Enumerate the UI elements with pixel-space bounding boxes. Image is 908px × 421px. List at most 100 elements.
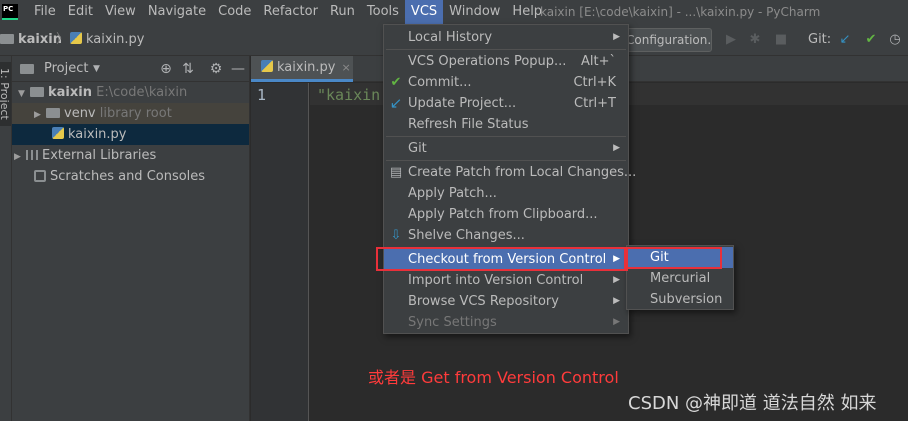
hide-icon[interactable]: — xyxy=(227,61,249,77)
shelve-icon: ⇩ xyxy=(390,228,402,243)
shortcut-label: Ctrl+T xyxy=(574,96,616,111)
menu-tools[interactable]: Tools xyxy=(361,0,405,24)
menu-item-apply-patch[interactable]: Apply Patch... xyxy=(384,183,628,204)
menu-separator xyxy=(386,49,626,50)
submenu-arrow-icon: ▶ xyxy=(613,317,620,327)
locate-icon[interactable]: ⊕ xyxy=(155,61,177,77)
project-panel-title[interactable]: Project xyxy=(44,61,88,76)
menu-refactor[interactable]: Refactor xyxy=(257,0,324,24)
python-file-icon xyxy=(70,32,82,44)
tree-item-root[interactable]: ▼ kaixin E:\code\kaixin xyxy=(12,82,249,103)
collapsed-arrow-icon: ▶ xyxy=(14,152,21,162)
menu-item-label: Browse VCS Repository xyxy=(408,294,559,309)
git-update-icon[interactable]: ↙ xyxy=(836,30,854,50)
editor-tab-kaixin[interactable]: kaixin.py × xyxy=(251,56,353,82)
shortcut-label: Ctrl+K xyxy=(573,75,616,90)
project-panel-header: Project ▼ ⊕ ⇅ ⚙ — xyxy=(12,56,249,82)
python-file-icon xyxy=(261,60,273,72)
settings-icon[interactable]: ⚙ xyxy=(205,61,227,77)
menu-item-label: Sync Settings xyxy=(408,315,497,330)
code-text[interactable]: "kaixin xyxy=(317,86,380,104)
annotation-text: 或者是 Get from Version Control xyxy=(368,368,619,387)
menu-item-label: Refresh File Status xyxy=(408,117,529,132)
menu-view[interactable]: View xyxy=(99,0,142,24)
menu-run[interactable]: Run xyxy=(324,0,361,24)
menu-navigate[interactable]: Navigate xyxy=(142,0,212,24)
editor-tab-label: kaixin.py xyxy=(277,60,336,75)
folder-icon xyxy=(30,87,44,97)
menu-item-label: Apply Patch... xyxy=(408,186,497,201)
git-label: Git: xyxy=(808,32,832,47)
menu-code[interactable]: Code xyxy=(212,0,257,24)
breadcrumb-file[interactable]: kaixin.py xyxy=(70,24,145,56)
submenu-arrow-icon: ▶ xyxy=(613,32,620,42)
menu-item-vcs-popup[interactable]: VCS Operations Popup... Alt+` xyxy=(384,51,628,72)
menu-vcs[interactable]: VCS xyxy=(404,0,444,24)
scratches-icon xyxy=(34,170,46,182)
submenu-item-subversion[interactable]: Subversion xyxy=(627,289,733,310)
menu-item-browse-repository[interactable]: Browse VCS Repository ▶ xyxy=(384,291,628,312)
vcs-dropdown-menu: Local History ▶ VCS Operations Popup... … xyxy=(383,24,636,334)
breadcrumb-file-label: kaixin.py xyxy=(86,32,145,47)
menu-item-refresh-status[interactable]: Refresh File Status xyxy=(384,114,628,135)
library-icon xyxy=(26,150,38,160)
menu-edit[interactable]: Edit xyxy=(62,0,99,24)
menu-item-label: Apply Patch from Clipboard... xyxy=(408,207,598,222)
git-history-icon[interactable]: ◷ xyxy=(886,30,904,50)
submenu-arrow-icon: ▶ xyxy=(613,275,620,285)
python-file-icon xyxy=(52,127,64,139)
tree-venv-note: library root xyxy=(99,106,172,121)
menu-item-label: Local History xyxy=(408,30,493,45)
submenu-arrow-icon: ▶ xyxy=(613,296,620,306)
tree-item-venv[interactable]: ▶ venv library root xyxy=(12,103,249,124)
folder-icon xyxy=(0,34,14,44)
menu-item-sync-settings: Sync Settings ▶ xyxy=(384,312,628,333)
menu-item-update-project[interactable]: ↙ Update Project... Ctrl+T xyxy=(384,93,628,114)
menu-item-git[interactable]: Git ▶ xyxy=(384,138,628,159)
tree-venv-label: venv xyxy=(64,106,96,121)
highlight-box-checkout xyxy=(376,247,628,271)
submenu-arrow-icon: ▶ xyxy=(613,143,620,153)
line-number: 1 xyxy=(257,86,267,104)
git-commit-icon[interactable]: ✔ xyxy=(862,30,880,50)
submenu-item-mercurial[interactable]: Mercurial xyxy=(627,268,733,289)
shortcut-label: Alt+` xyxy=(581,54,616,69)
menu-item-apply-clipboard[interactable]: Apply Patch from Clipboard... xyxy=(384,204,628,225)
menu-window[interactable]: Window xyxy=(443,0,506,24)
update-arrow-icon: ↙ xyxy=(389,94,403,112)
tree-item-scratches[interactable]: Scratches and Consoles xyxy=(12,166,249,187)
commit-check-icon: ✔ xyxy=(390,75,402,90)
pycharm-logo-icon: PC xyxy=(2,4,18,20)
menu-file[interactable]: File xyxy=(28,0,62,24)
menu-item-local-history[interactable]: Local History ▶ xyxy=(384,27,628,48)
project-view-icon xyxy=(20,63,34,74)
menu-separator xyxy=(386,160,626,161)
collapsed-arrow-icon: ▶ xyxy=(34,110,41,120)
breadcrumb-separator: 〉 xyxy=(56,32,70,47)
menu-item-import[interactable]: Import into Version Control ▶ xyxy=(384,270,628,291)
patch-icon: ▤ xyxy=(389,165,403,180)
menu-item-label: Commit... xyxy=(408,75,472,90)
debug-icon[interactable]: ✱ xyxy=(746,30,764,50)
breadcrumb-folder[interactable]: kaixin xyxy=(0,24,62,56)
menu-item-commit[interactable]: ✔ Commit... Ctrl+K xyxy=(384,72,628,93)
run-configuration-button[interactable]: Configuration... xyxy=(615,28,712,52)
tree-root-label: kaixin xyxy=(48,85,92,100)
dropdown-icon[interactable]: ▼ xyxy=(88,64,104,74)
highlight-box-git xyxy=(624,247,722,269)
close-icon[interactable]: × xyxy=(342,61,351,74)
tree-item-file[interactable]: kaixin.py xyxy=(12,124,249,145)
stop-icon[interactable]: ■ xyxy=(772,30,790,50)
menu-item-create-patch[interactable]: ▤ Create Patch from Local Changes... xyxy=(384,162,636,183)
tree-item-external-libraries[interactable]: ▶ External Libraries xyxy=(12,145,249,166)
menu-item-label: Update Project... xyxy=(408,96,517,111)
collapse-icon[interactable]: ⇅ xyxy=(177,61,199,77)
project-tool-button[interactable]: 1: Project xyxy=(0,62,11,126)
run-icon[interactable]: ▶ xyxy=(722,30,740,50)
expanded-arrow-icon: ▼ xyxy=(18,89,25,99)
menu-item-label: Git xyxy=(408,141,427,156)
menu-separator xyxy=(386,136,626,137)
menu-item-label: Shelve Changes... xyxy=(408,228,525,243)
menu-item-shelve-changes[interactable]: ⇩ Shelve Changes... xyxy=(384,225,628,246)
tree-file-label: kaixin.py xyxy=(68,127,127,142)
